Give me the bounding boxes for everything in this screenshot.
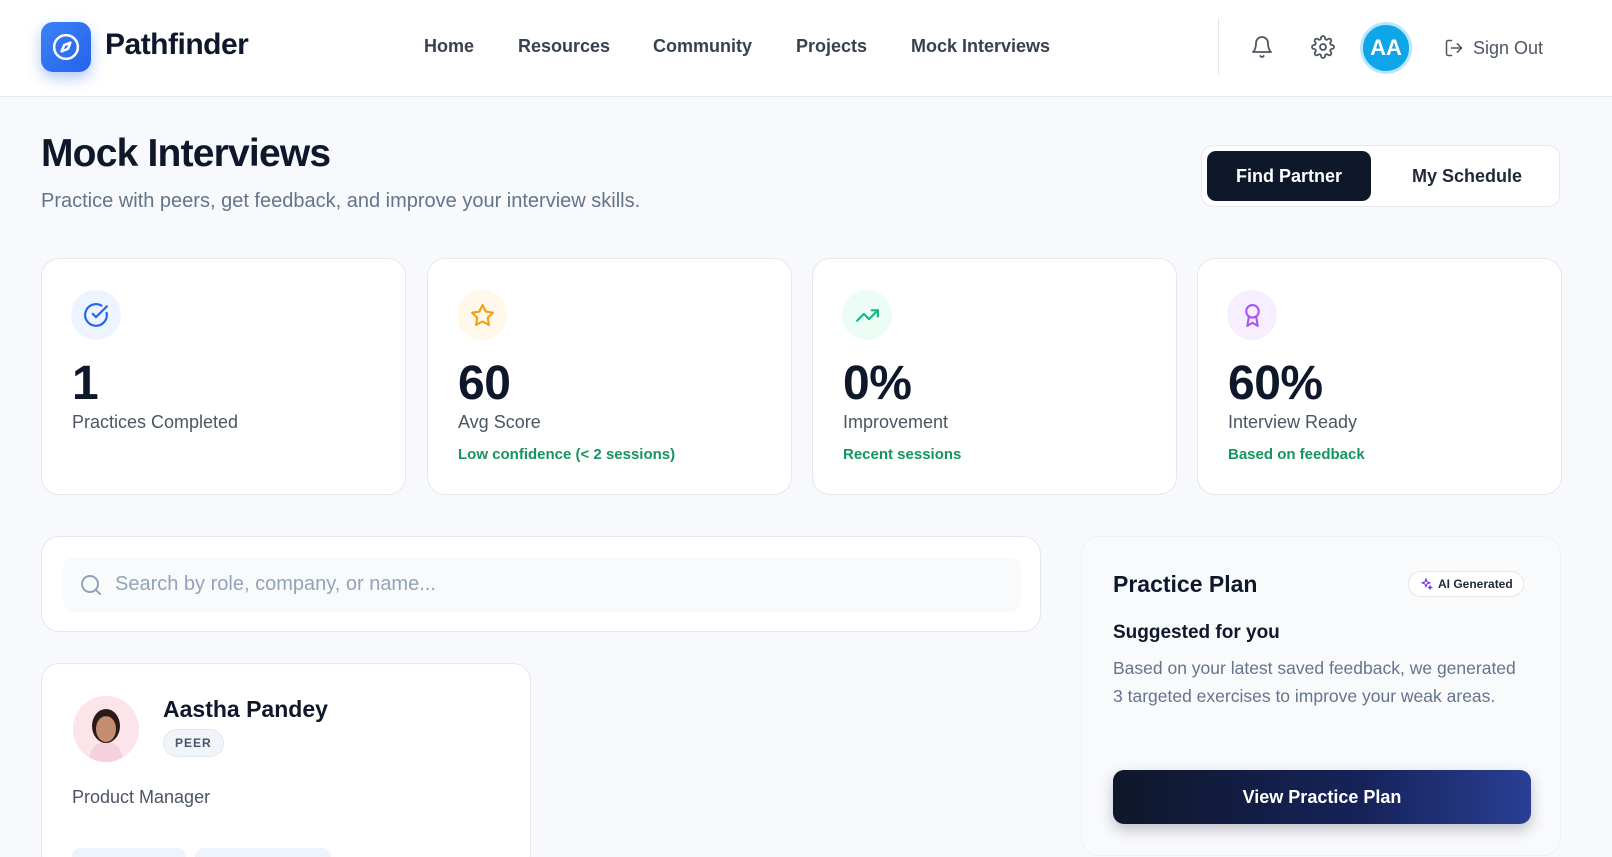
- search-icon: [81, 574, 101, 595]
- stat-note: Recent sessions: [843, 446, 962, 463]
- view-practice-plan-button[interactable]: View Practice Plan: [1113, 770, 1531, 824]
- plan-description: Based on your latest saved feedback, we …: [1113, 658, 1516, 706]
- avatar: [73, 696, 139, 762]
- profile-name: Aastha Pandey: [163, 696, 328, 722]
- stat-note: Low confidence (< 2 sessions): [458, 446, 676, 463]
- check-circle-icon: [71, 290, 121, 340]
- stat-card-avg-score: 60 Avg Score Low confidence (< 2 session…: [427, 258, 792, 495]
- view-toggle: Find Partner My Schedule: [1201, 145, 1560, 207]
- find-partner-button[interactable]: Find Partner: [1207, 151, 1371, 201]
- plan-title: Practice Plan: [1113, 571, 1258, 597]
- gear-icon[interactable]: [1308, 32, 1338, 62]
- top-navigation-bar: Pathfinder Home Resources Community Proj…: [0, 0, 1612, 97]
- trending-up-icon: [842, 290, 892, 340]
- my-schedule-button[interactable]: My Schedule: [1382, 151, 1552, 201]
- page-subtitle: Practice with peers, get feedback, and i…: [41, 190, 641, 212]
- stat-label: Avg Score: [458, 412, 541, 432]
- stat-card-practices: 1 Practices Completed: [41, 258, 406, 495]
- signout-icon: [1445, 39, 1463, 57]
- header-divider: [1218, 18, 1219, 75]
- search-input[interactable]: [115, 573, 995, 596]
- stat-card-improvement: 0% Improvement Recent sessions: [812, 258, 1177, 495]
- practice-plan-card: Practice Plan AI Generated Suggested for…: [1081, 536, 1561, 856]
- stat-value: 60: [458, 357, 511, 410]
- ai-badge-label: AI Generated: [1438, 577, 1513, 591]
- peer-profile-card[interactable]: Aastha Pandey PEER Product Manager: [41, 663, 531, 857]
- skill-tag: [195, 848, 331, 857]
- search-box[interactable]: [63, 557, 1021, 612]
- search-card: [41, 536, 1041, 632]
- stat-label: Interview Ready: [1228, 412, 1358, 432]
- nav-item-home[interactable]: Home: [424, 36, 474, 57]
- stat-card-interview-ready: 60% Interview Ready Based on feedback: [1197, 258, 1562, 495]
- stat-value: 0%: [843, 357, 912, 410]
- star-icon: [457, 290, 507, 340]
- stat-label: Practices Completed: [72, 412, 239, 432]
- ai-generated-badge: AI Generated: [1408, 571, 1524, 597]
- bell-icon[interactable]: [1247, 32, 1277, 62]
- skill-tag: [72, 848, 186, 857]
- sign-out-button[interactable]: Sign Out: [1444, 34, 1543, 62]
- profile-role: Product Manager: [72, 787, 211, 807]
- stat-value: 1: [72, 357, 99, 410]
- nav-item-resources[interactable]: Resources: [518, 36, 610, 57]
- peer-badge: PEER: [163, 729, 224, 757]
- user-avatar[interactable]: AA: [1360, 22, 1412, 74]
- nav-item-mock-interviews[interactable]: Mock Interviews: [911, 36, 1050, 57]
- nav-item-projects[interactable]: Projects: [796, 36, 867, 57]
- plan-subtitle: Suggested for you: [1113, 622, 1280, 643]
- award-icon: [1227, 290, 1277, 340]
- sign-out-label: Sign Out: [1473, 37, 1544, 58]
- compass-logo-icon[interactable]: [41, 22, 91, 72]
- brand-name[interactable]: Pathfinder: [105, 28, 249, 62]
- page-title: Mock Interviews: [41, 132, 331, 175]
- stat-value: 60%: [1228, 357, 1323, 410]
- nav-item-community[interactable]: Community: [653, 36, 752, 57]
- sparkles-icon: [1421, 578, 1433, 590]
- stat-label: Improvement: [843, 412, 949, 432]
- stat-note: Based on feedback: [1228, 446, 1365, 463]
